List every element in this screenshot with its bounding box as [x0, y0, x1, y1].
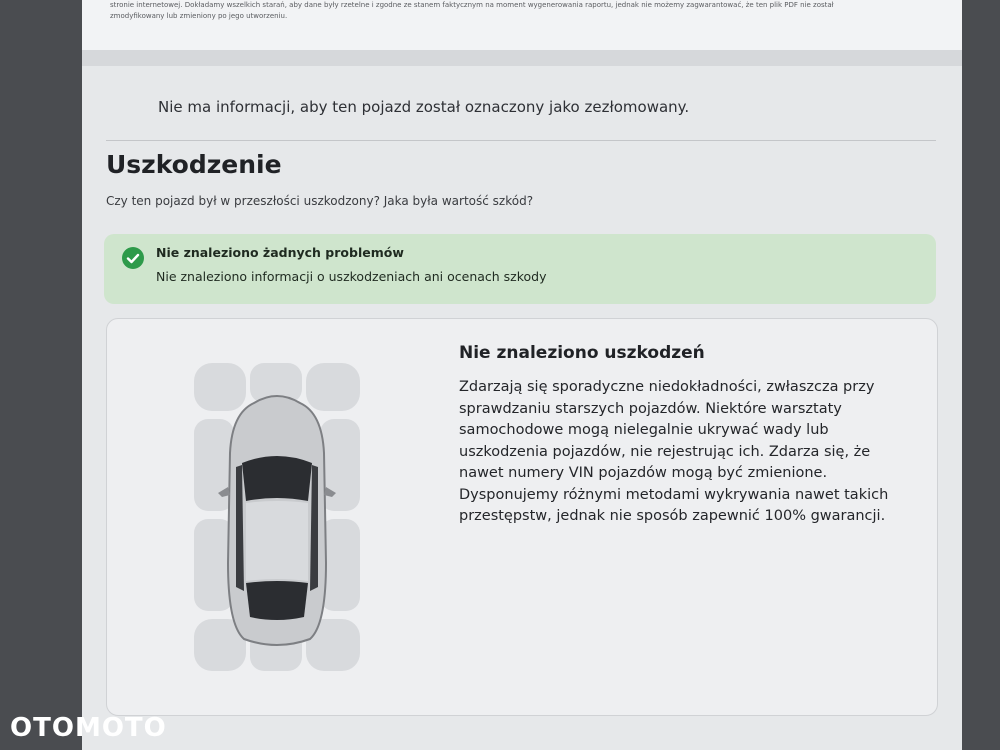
- alert-title: Nie znaleziono żadnych problemów: [156, 245, 404, 260]
- section-title: Uszkodzenie: [106, 150, 282, 179]
- car-diagram: [192, 363, 362, 673]
- disclaimer-text: stronie internetowej. Dokładamy wszelkic…: [110, 0, 930, 22]
- check-circle-icon: [122, 247, 144, 269]
- otomoto-watermark: OTOMOTO: [10, 713, 167, 743]
- car-top-view: [218, 395, 336, 646]
- zone-right-front: [320, 419, 360, 511]
- zone-front-left: [194, 363, 246, 411]
- section-subtitle: Czy ten pojazd był w przeszłości uszkodz…: [106, 194, 534, 208]
- panel-title: Nie znaleziono uszkodzeń: [459, 343, 705, 363]
- divider: [106, 140, 936, 141]
- alert-text: Nie znaleziono informacji o uszkodzeniac…: [156, 269, 547, 284]
- status-alert: Nie znaleziono żadnych problemów Nie zna…: [104, 234, 936, 304]
- damage-panel: Nie znaleziono uszkodzeń Zdarzają się sp…: [106, 318, 938, 716]
- disclaimer-line-2: zmodyfikowany lub zmieniony po jego utwo…: [110, 12, 288, 20]
- zone-left-front: [194, 419, 234, 511]
- zone-front-right: [306, 363, 360, 411]
- damage-card: Nie ma informacji, aby ten pojazd został…: [82, 66, 962, 750]
- card-gap: [82, 50, 962, 66]
- report-page: stronie internetowej. Dokładamy wszelkic…: [82, 0, 962, 750]
- scrap-notice: Nie ma informacji, aby ten pojazd został…: [158, 98, 690, 116]
- panel-body: Zdarzają się sporadyczne niedokładności,…: [459, 379, 889, 524]
- disclaimer-card: stronie internetowej. Dokładamy wszelkic…: [82, 0, 962, 51]
- disclaimer-line-1: stronie internetowej. Dokładamy wszelkic…: [110, 1, 834, 9]
